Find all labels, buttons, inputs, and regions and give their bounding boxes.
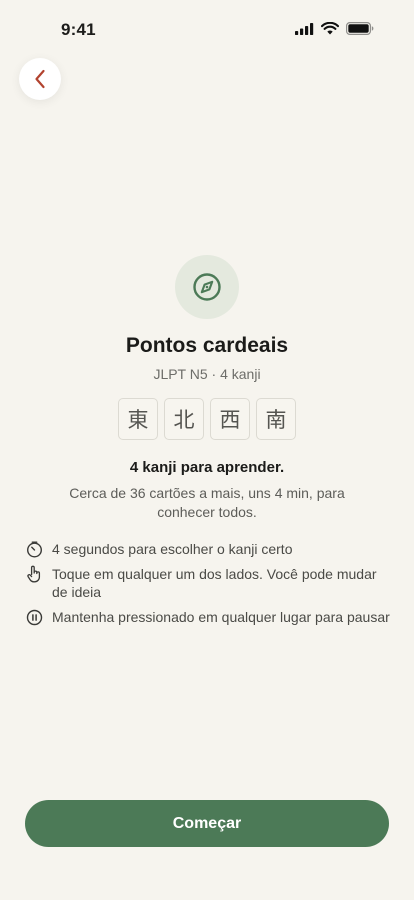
compass-icon	[193, 273, 221, 301]
kanji-tile: 西	[210, 398, 250, 440]
status-time: 9:41	[61, 20, 96, 39]
lesson-icon-badge	[175, 255, 239, 319]
kanji-tile: 東	[118, 398, 158, 440]
start-button[interactable]: Começar	[25, 800, 389, 847]
tip-item-tap: Toque em qualquer um dos lados. Você pod…	[25, 565, 395, 601]
kanji-preview-row: 東 北 西 南	[0, 398, 414, 440]
wifi-icon	[321, 22, 339, 35]
pause-icon	[25, 608, 43, 626]
tip-text: Mantenha pressionado em qualquer lugar p…	[52, 609, 390, 625]
tip-text: 4 segundos para escolher o kanji certo	[52, 541, 293, 557]
hand-pointer-icon	[25, 565, 43, 583]
chevron-left-icon	[35, 69, 45, 89]
back-button[interactable]	[19, 58, 61, 100]
lesson-title: Pontos cardeais	[125, 334, 289, 357]
learn-heading: 4 kanji para aprender.	[129, 459, 285, 476]
battery-icon	[346, 22, 374, 35]
status-icons	[295, 22, 374, 35]
status-bar: 9:41	[0, 0, 414, 60]
kanji-tile: 北	[164, 398, 204, 440]
tip-item-timer: 4 segundos para escolher o kanji certo	[25, 540, 395, 558]
lesson-subtitle: JLPT N5 · 4 kanji	[153, 366, 261, 382]
tip-item-pause: Mantenha pressionado em qualquer lugar p…	[25, 608, 395, 626]
learn-description: Cerca de 36 cartões a mais, uns 4 min, p…	[69, 485, 345, 520]
cellular-signal-icon	[295, 22, 314, 35]
tip-text: Toque em qualquer um dos lados. Você pod…	[52, 566, 377, 600]
timer-icon	[25, 540, 43, 558]
tips-list: 4 segundos para escolher o kanji certo T…	[25, 540, 395, 633]
kanji-tile: 南	[256, 398, 296, 440]
